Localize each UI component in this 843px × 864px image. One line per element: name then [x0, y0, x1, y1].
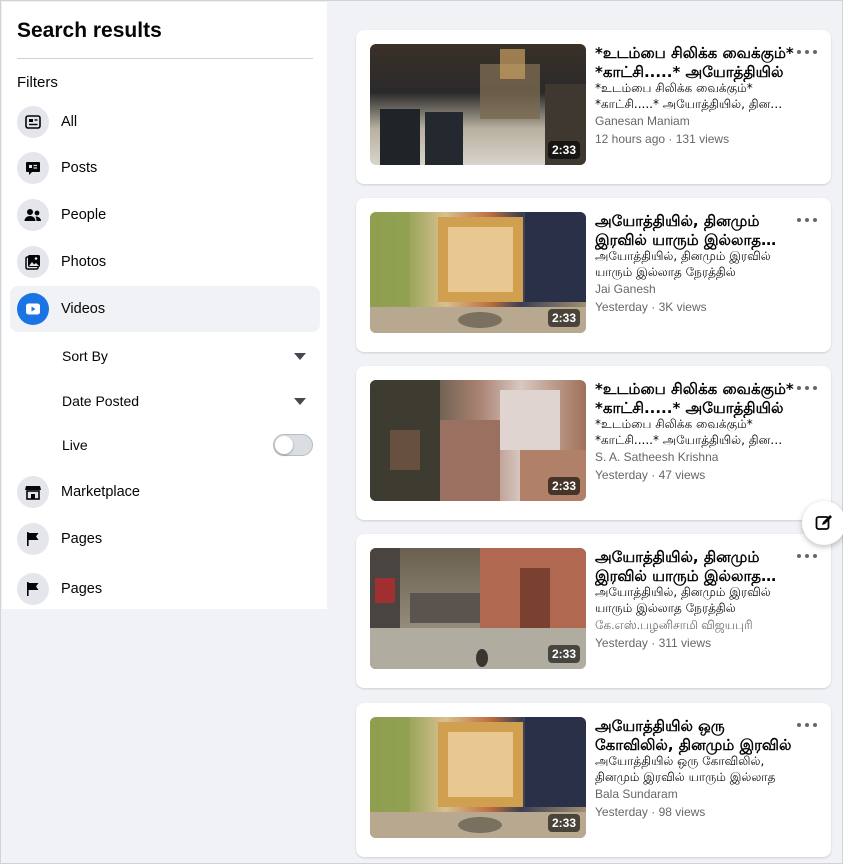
video-result-card[interactable]: 2:33 *உடம்பை சிலிக்க வைக்கும்* *காட்சி..…: [356, 30, 831, 184]
edit-icon: [815, 515, 832, 530]
video-icon: [17, 293, 49, 325]
compose-message-button[interactable]: [802, 501, 843, 545]
video-title[interactable]: அயோத்தியில், தினமும் இரவில் யாரும் இல்லா…: [595, 548, 795, 586]
date-posted-dropdown[interactable]: Date Posted: [62, 386, 312, 416]
posts-icon: [17, 152, 49, 184]
video-author[interactable]: Bala Sundaram: [595, 787, 678, 801]
sidebar-item-pages[interactable]: Pages: [10, 566, 320, 612]
video-meta: Yesterday · 98 views: [595, 805, 706, 819]
video-thumbnail[interactable]: 2:33: [370, 548, 586, 669]
video-result-card[interactable]: 2:33 அயோத்தியில் ஒரு கோவிலில், தினமும் இ…: [356, 703, 831, 857]
more-options-icon[interactable]: [797, 380, 817, 396]
video-duration: 2:33: [547, 814, 580, 832]
video-meta: Yesterday · 47 views: [595, 468, 706, 482]
more-options-icon[interactable]: [797, 44, 817, 60]
live-label: Live: [62, 437, 88, 453]
marketplace-icon: [17, 476, 49, 508]
video-duration: 2:33: [547, 477, 580, 495]
photos-icon: [17, 246, 49, 278]
video-duration: 2:33: [547, 309, 580, 327]
sidebar-item-label: People: [61, 207, 107, 223]
video-author[interactable]: Ganesan Maniam: [595, 114, 690, 128]
sidebar-item-pages[interactable]: Pages: [10, 516, 320, 562]
video-result-card[interactable]: 2:33 அயோத்தியில், தினமும் இரவில் யாரும் …: [356, 534, 831, 688]
video-duration: 2:33: [547, 141, 580, 159]
video-description: அயோத்தியில், தினமும் இரவில் யாரும் இல்லா…: [595, 585, 771, 615]
more-options-icon[interactable]: [797, 717, 817, 733]
live-filter-row: Live: [62, 430, 313, 460]
sort-by-label: Sort By: [62, 348, 108, 364]
video-description: *உடம்பை சிலிக்க வைக்கும்* *காட்சி.....* …: [595, 81, 794, 111]
date-posted-label: Date Posted: [62, 393, 140, 409]
sidebar-item-label: Videos: [61, 301, 106, 317]
sidebar-item-marketplace[interactable]: Marketplace: [10, 469, 320, 515]
video-title[interactable]: அயோத்தியில் ஒரு கோவிலில், தினமும் இரவில்: [595, 717, 795, 755]
page-title: Search results: [17, 19, 162, 42]
sidebar-item-label: Marketplace: [61, 484, 140, 500]
sidebar-item-posts[interactable]: Posts: [10, 145, 320, 191]
video-author[interactable]: கே.எஸ்.பழனிசாமி விஜயபுரி: [595, 618, 753, 634]
filters-sidebar: Search results Filters All Posts People …: [2, 2, 327, 609]
video-title[interactable]: *உடம்பை சிலிக்க வைக்கும்* *காட்சி.....* …: [595, 44, 795, 82]
video-author[interactable]: Jai Ganesh: [595, 282, 656, 296]
sort-by-dropdown[interactable]: Sort By: [62, 341, 312, 371]
sidebar-item-people[interactable]: People: [10, 192, 320, 238]
sidebar-item-photos[interactable]: Photos: [10, 239, 320, 285]
video-description: *உடம்பை சிலிக்க வைக்கும்* *காட்சி.....* …: [595, 417, 794, 447]
more-options-icon[interactable]: [797, 548, 817, 564]
video-result-card[interactable]: 2:33 *உடம்பை சிலிக்க வைக்கும்* *காட்சி..…: [356, 366, 831, 520]
video-description: அயோத்தியில், தினமும் இரவில் யாரும் இல்லா…: [595, 249, 771, 279]
video-meta: Yesterday · 311 views: [595, 636, 712, 650]
more-options-icon[interactable]: [797, 212, 817, 228]
video-meta: 12 hours ago · 131 views: [595, 132, 730, 146]
all-icon: [17, 106, 49, 138]
sidebar-item-label: Posts: [61, 160, 98, 176]
filters-heading: Filters: [17, 74, 58, 91]
video-author[interactable]: S. A. Satheesh Krishna: [595, 450, 718, 464]
video-thumbnail[interactable]: 2:33: [370, 380, 586, 501]
video-title[interactable]: அயோத்தியில், தினமும் இரவில் யாரும் இல்லா…: [595, 212, 795, 250]
video-thumbnail[interactable]: 2:33: [370, 212, 586, 333]
video-meta: Yesterday · 3K views: [595, 300, 707, 314]
flag-icon: [17, 573, 49, 605]
sidebar-item-all[interactable]: All: [10, 99, 320, 145]
video-result-card[interactable]: 2:33 அயோத்தியில், தினமும் இரவில் யாரும் …: [356, 198, 831, 352]
caret-down-icon: [294, 397, 306, 405]
sidebar-item-label: Photos: [61, 254, 107, 270]
caret-down-icon: [294, 352, 306, 360]
video-thumbnail[interactable]: 2:33: [370, 717, 586, 838]
people-icon: [17, 199, 49, 231]
sidebar-item-label: Pages: [61, 531, 103, 547]
live-toggle[interactable]: [273, 434, 313, 456]
sidebar-item-videos[interactable]: Videos: [10, 286, 320, 332]
sidebar-item-label: All: [61, 114, 78, 130]
sidebar-divider: [17, 58, 313, 59]
video-duration: 2:33: [547, 645, 580, 663]
flag-icon: [17, 523, 49, 555]
video-thumbnail[interactable]: 2:33: [370, 44, 586, 165]
video-title[interactable]: *உடம்பை சிலிக்க வைக்கும்* *காட்சி.....* …: [595, 380, 795, 418]
video-description: அயோத்தியில் ஒரு கோவிலில், தினமும் இரவில்…: [595, 754, 776, 784]
toggle-knob: [275, 436, 293, 454]
sidebar-item-label: Pages: [61, 581, 103, 597]
